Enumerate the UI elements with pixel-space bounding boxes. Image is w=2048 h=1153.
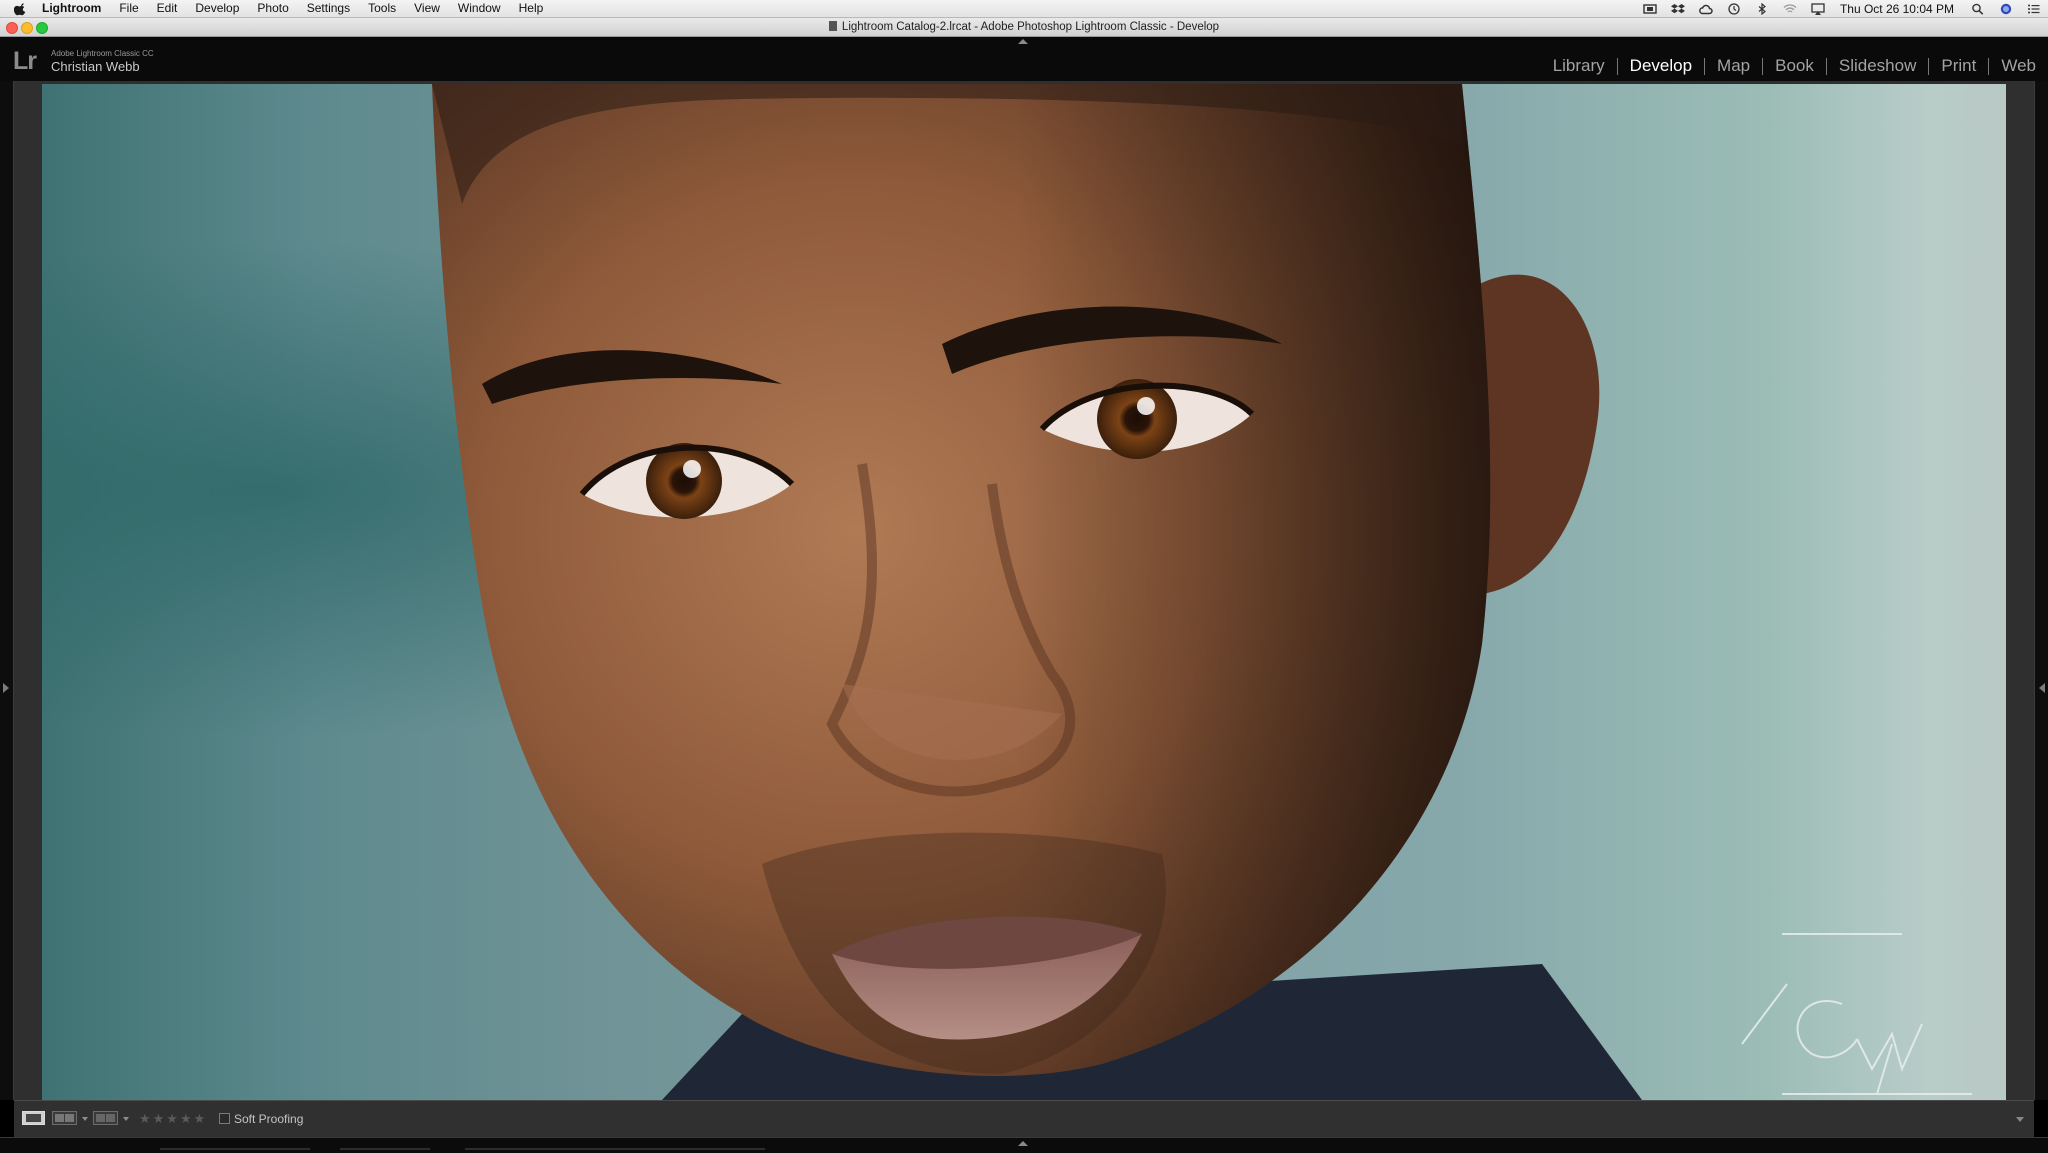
develop-toolbar: ★★★★★ Soft Proofing bbox=[14, 1100, 2034, 1137]
menu-tools[interactable]: Tools bbox=[359, 0, 405, 17]
identity-plate-bar: Lr Adobe Lightroom Classic CC Christian … bbox=[0, 37, 2048, 81]
left-panel-collapsed[interactable] bbox=[0, 81, 14, 1100]
portrait-photo[interactable] bbox=[42, 84, 2006, 1100]
survey-dropdown-icon[interactable] bbox=[123, 1117, 129, 1121]
module-book[interactable]: Book bbox=[1763, 56, 1826, 76]
menu-settings[interactable]: Settings bbox=[298, 0, 359, 17]
document-icon bbox=[828, 21, 837, 31]
soft-proofing-label[interactable]: Soft Proofing bbox=[234, 1112, 303, 1126]
survey-view-icon[interactable] bbox=[93, 1111, 118, 1125]
before-after-dropdown-icon[interactable] bbox=[82, 1117, 88, 1121]
filmstrip-hint bbox=[340, 1148, 430, 1150]
before-after-view-icon[interactable] bbox=[52, 1111, 77, 1125]
module-slideshow[interactable]: Slideshow bbox=[1827, 56, 1929, 76]
window-title-text: Lightroom Catalog-2.lrcat - Adobe Photos… bbox=[841, 21, 1220, 33]
time-machine-icon[interactable] bbox=[1727, 2, 1741, 15]
menu-develop[interactable]: Develop bbox=[186, 0, 248, 17]
menu-photo[interactable]: Photo bbox=[248, 0, 297, 17]
filmstrip-collapsed[interactable] bbox=[0, 1137, 2048, 1153]
window-title: Lightroom Catalog-2.lrcat - Adobe Photos… bbox=[0, 18, 2048, 36]
airplay-icon[interactable] bbox=[1811, 2, 1825, 15]
left-panel-expand-icon[interactable] bbox=[3, 683, 9, 693]
module-print[interactable]: Print bbox=[1929, 56, 1988, 76]
status-area: Thu Oct 26 10:04 PM bbox=[1636, 0, 2048, 17]
right-panel-collapsed[interactable] bbox=[2034, 81, 2048, 1100]
product-name: Adobe Lightroom Classic CC bbox=[51, 49, 154, 58]
siri-icon[interactable] bbox=[1999, 3, 2013, 15]
rating-stars[interactable]: ★★★★★ bbox=[139, 1111, 207, 1127]
display-icon[interactable] bbox=[1643, 3, 1657, 15]
menu-bar: Lightroom File Edit Develop Photo Settin… bbox=[0, 0, 2048, 18]
toolbar-content-menu-icon[interactable] bbox=[2016, 1117, 2024, 1122]
module-picker: Library Develop Map Book Slideshow Print… bbox=[1541, 56, 2048, 76]
image-canvas[interactable] bbox=[14, 81, 2034, 1100]
right-panel-expand-icon[interactable] bbox=[2039, 683, 2045, 693]
module-library[interactable]: Library bbox=[1541, 56, 1617, 76]
app-menu[interactable]: Lightroom bbox=[38, 0, 110, 17]
filmstrip-hint bbox=[465, 1148, 765, 1150]
bluetooth-icon[interactable] bbox=[1755, 2, 1769, 15]
wifi-icon[interactable] bbox=[1783, 3, 1797, 15]
tcw-watermark bbox=[1741, 933, 1972, 1095]
apple-menu-icon[interactable] bbox=[14, 2, 28, 16]
soft-proofing-checkbox[interactable] bbox=[219, 1113, 230, 1124]
portrait-illustration bbox=[432, 84, 1972, 1100]
menu-file[interactable]: File bbox=[110, 0, 147, 17]
top-panel-collapse-icon[interactable] bbox=[1018, 39, 1028, 44]
lightroom-logo: Lr bbox=[13, 47, 37, 75]
menu-window[interactable]: Window bbox=[449, 0, 510, 17]
dropbox-icon[interactable] bbox=[1670, 3, 1685, 15]
filmstrip-hint bbox=[160, 1148, 310, 1150]
filmstrip-expand-icon[interactable] bbox=[1018, 1141, 1028, 1146]
creative-cloud-icon[interactable] bbox=[1699, 3, 1713, 15]
identity-plate-user: Christian Webb bbox=[51, 59, 140, 74]
spotlight-search-icon[interactable] bbox=[1971, 3, 1985, 15]
menu-view[interactable]: View bbox=[405, 0, 449, 17]
menu-edit[interactable]: Edit bbox=[148, 0, 187, 17]
menu-clock[interactable]: Thu Oct 26 10:04 PM bbox=[1832, 2, 1964, 16]
loupe-view-icon[interactable] bbox=[22, 1111, 45, 1125]
window-title-bar: Lightroom Catalog-2.lrcat - Adobe Photos… bbox=[0, 18, 2048, 37]
module-map[interactable]: Map bbox=[1705, 56, 1762, 76]
module-develop[interactable]: Develop bbox=[1618, 56, 1704, 76]
notification-center-icon[interactable] bbox=[2027, 3, 2041, 15]
menu-help[interactable]: Help bbox=[510, 0, 553, 17]
module-web[interactable]: Web bbox=[1989, 56, 2048, 76]
